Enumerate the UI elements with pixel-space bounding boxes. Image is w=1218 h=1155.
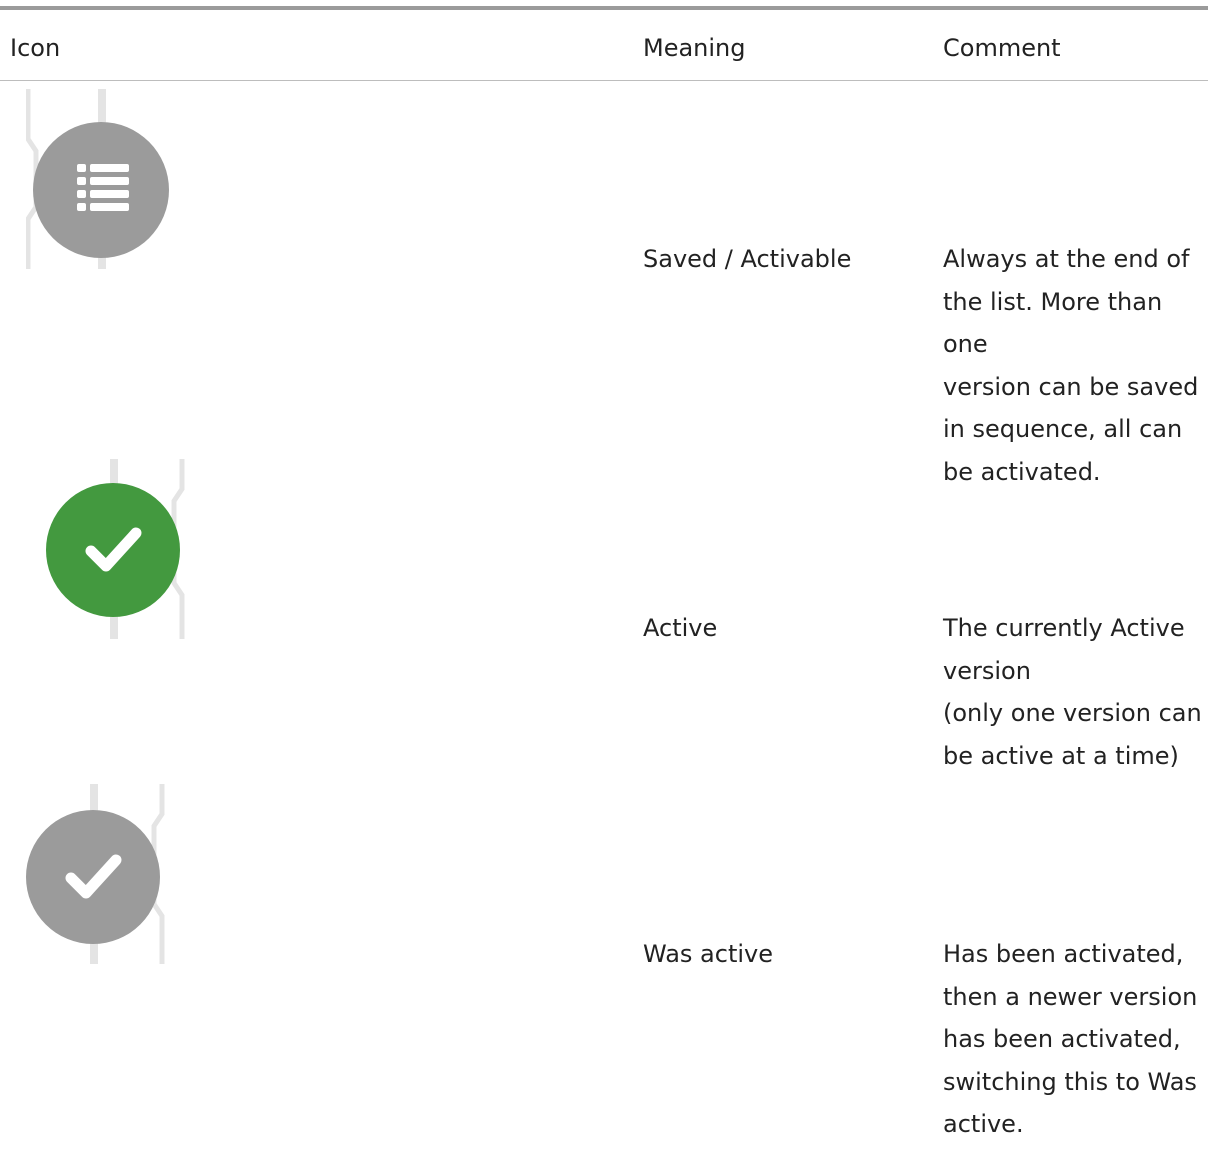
was-active-check-icon xyxy=(22,784,182,964)
table-top-rule xyxy=(0,6,1208,10)
header-icon: Icon xyxy=(10,34,61,62)
active-check-icon xyxy=(40,459,200,639)
row-2-meaning: Active xyxy=(643,614,718,642)
row-3-comment: Has been activated, then a newer version… xyxy=(943,940,1198,1138)
row-1-comment: Always at the end of the list. More than… xyxy=(943,245,1199,486)
header-meaning: Meaning xyxy=(643,34,746,62)
row-2-comment: The currently Active version (only one v… xyxy=(943,614,1202,770)
header-comment: Comment xyxy=(943,34,1061,62)
saved-version-list-icon xyxy=(26,89,186,269)
row-3-meaning: Was active xyxy=(643,940,773,968)
header-divider xyxy=(0,80,1208,81)
row-1-meaning: Saved / Activable xyxy=(643,245,852,273)
